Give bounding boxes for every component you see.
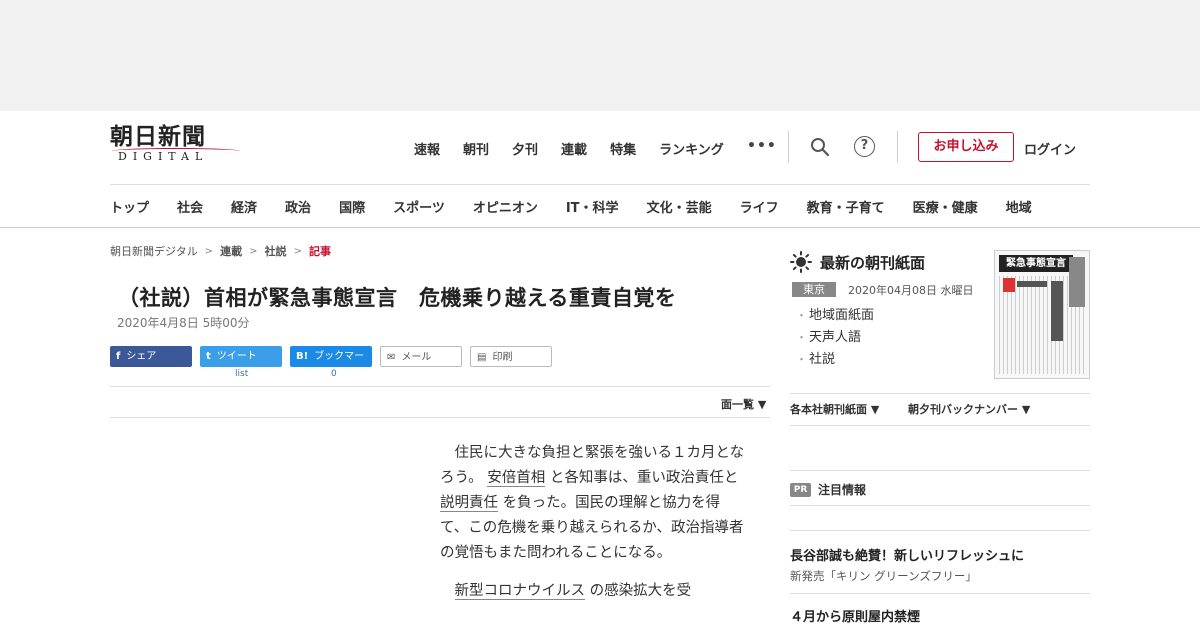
article-date: 2020年4月8日 5時00分 (117, 316, 250, 330)
mail-share-label: メール (401, 352, 432, 363)
cat-politics[interactable]: 政治 (285, 197, 311, 216)
pr-section-title: 注目情報 (818, 483, 867, 497)
hatena-icon: B! (296, 351, 309, 362)
print-icon: ▤ (477, 352, 487, 363)
print-label: 印刷 (492, 352, 513, 363)
facebook-icon: f (116, 351, 121, 362)
paragraph-text: と各知事は、重い政治責任と (549, 470, 739, 486)
header-divider (897, 131, 898, 163)
paragraph-text: の感染拡大を受 (589, 583, 692, 599)
logo-swoosh (112, 148, 240, 154)
login-link[interactable]: ログイン (1024, 139, 1076, 158)
facebook-share-label: シェア (126, 351, 157, 362)
mail-share-button[interactable]: ✉ メール (380, 346, 462, 367)
facebook-share-button[interactable]: f シェア (110, 346, 192, 367)
breadcrumb-rensai[interactable]: 連載 (220, 243, 242, 259)
print-button[interactable]: ▤ 印刷 (470, 346, 552, 367)
latest-edition-title[interactable]: 最新の朝刊紙面 (820, 252, 925, 273)
nav-choukan[interactable]: 朝刊 (463, 139, 489, 158)
page-list-dropdown[interactable]: 面一覧 ▼ (721, 396, 766, 412)
cat-opinion[interactable]: オピニオン (473, 197, 538, 216)
pr-item-title[interactable]: ４月から原則屋内禁煙 (790, 606, 920, 625)
paper-masthead (1069, 257, 1085, 307)
keyword-link-coronavirus[interactable]: 新型コロナウイルス (454, 583, 585, 600)
subscribe-button[interactable]: お申し込み (918, 132, 1014, 162)
sidebar-link-shasetsu[interactable]: 社説 (796, 349, 874, 371)
keyword-link-abe[interactable]: 安倍首相 (487, 470, 546, 487)
cat-life[interactable]: ライフ (740, 197, 779, 216)
breadcrumb-separator: > (204, 245, 214, 257)
twitter-share-button[interactable]: t ツイート (200, 346, 282, 367)
cat-international[interactable]: 国際 (339, 197, 365, 216)
pr-badge: PR (790, 483, 811, 497)
article-paragraph: 住民に大きな負担と緊張を強いる１カ月となろう。 安倍首相 と各知事は、重い政治責… (440, 441, 746, 566)
keyword-link-accountability[interactable]: 説明責任 (440, 495, 498, 512)
more-menu-button[interactable]: ••• (747, 138, 777, 154)
nav-sokuho[interactable]: 速報 (414, 139, 440, 158)
article-paragraph: 新型コロナウイルス の感染拡大を受 (440, 579, 746, 604)
article-title: （社説）首相が緊急事態宣言 危機乗り越える重責自覚を (118, 286, 677, 310)
header-divider (788, 131, 789, 163)
edition-date: 2020年04月08日 水曜日 (848, 284, 974, 297)
breadcrumb-separator: > (293, 245, 302, 257)
twitter-count[interactable]: list (235, 369, 248, 379)
twitter-icon: t (206, 351, 211, 362)
divider (110, 386, 770, 387)
ad-banner-area (0, 0, 1200, 111)
cat-society[interactable]: 社会 (177, 197, 203, 216)
paper-subheading (1017, 281, 1047, 287)
site-logo[interactable]: 朝日新聞 DIGITAL (110, 124, 245, 170)
article-body: 住民に大きな負担と緊張を強いる１カ月となろう。 安倍首相 と各知事は、重い政治責… (440, 441, 746, 617)
top-nav: 速報 朝刊 夕刊 連載 特集 ランキング (414, 139, 747, 158)
sun-icon (790, 251, 812, 273)
breadcrumb-current: 記事 (308, 245, 331, 258)
hatena-count[interactable]: 0 (331, 369, 337, 379)
cat-health[interactable]: 医療・健康 (913, 197, 978, 216)
logo-text: 朝日新聞 (110, 123, 206, 150)
breadcrumb-separator: > (249, 245, 258, 257)
nav-yukan[interactable]: 夕刊 (512, 139, 538, 158)
twitter-share-label: ツイート (216, 351, 257, 362)
cat-economy[interactable]: 経済 (231, 197, 257, 216)
back-numbers-dropdown[interactable]: 朝夕刊バックナンバー ▼ (908, 401, 1030, 417)
nav-ranking[interactable]: ランキング (659, 139, 724, 158)
cat-region[interactable]: 地域 (1006, 197, 1032, 216)
nav-tokushu[interactable]: 特集 (610, 139, 636, 158)
cat-education[interactable]: 教育・子育て (807, 197, 885, 216)
cat-top[interactable]: トップ (110, 197, 149, 216)
mail-icon: ✉ (387, 352, 396, 363)
divider (790, 425, 1090, 426)
breadcrumb-shasetsu[interactable]: 社説 (265, 243, 287, 259)
paper-headline: 緊急事態宣言 (999, 255, 1073, 272)
nav-rensai[interactable]: 連載 (561, 139, 587, 158)
search-icon[interactable] (810, 137, 830, 157)
help-icon[interactable]: ? (854, 136, 875, 157)
sidebar-link-tenseijingo[interactable]: 天声人語 (796, 327, 874, 349)
cat-culture[interactable]: 文化・芸能 (647, 197, 712, 216)
breadcrumb: 朝日新聞デジタル > 連載 > 社説 > 記事 (110, 243, 331, 259)
edition-region-badge: 東京 (792, 282, 836, 297)
divider (790, 530, 1090, 531)
paper-photo (1003, 278, 1015, 292)
divider (790, 393, 1090, 394)
breadcrumb-home[interactable]: 朝日新聞デジタル (110, 243, 198, 259)
pr-item-subtitle[interactable]: 新発売「キリン グリーンズフリー」 (790, 568, 977, 584)
header-divider-line (110, 184, 1090, 185)
regional-editions-dropdown[interactable]: 各本社朝刊紙面 ▼ (790, 401, 879, 417)
divider (790, 470, 1090, 471)
pr-item-title[interactable]: 長谷部誠も絶賛！新しいリフレッシュに (790, 545, 1024, 564)
cat-it-science[interactable]: IT・科学 (566, 197, 619, 216)
newspaper-thumbnail[interactable]: 緊急事態宣言 (994, 250, 1090, 379)
cat-sports[interactable]: スポーツ (393, 197, 445, 216)
hatena-bookmark-button[interactable]: B! ブックマーク (290, 346, 372, 383)
divider (790, 593, 1090, 594)
sidebar-link-region[interactable]: 地域面紙面 (796, 305, 874, 327)
divider (110, 417, 770, 418)
divider (790, 505, 1090, 506)
edition-links: 地域面紙面 天声人語 社説 (796, 305, 874, 371)
paper-column-heading (1051, 281, 1063, 341)
category-nav: トップ 社会 経済 政治 国際 スポーツ オピニオン IT・科学 文化・芸能 ラ… (110, 197, 1032, 216)
